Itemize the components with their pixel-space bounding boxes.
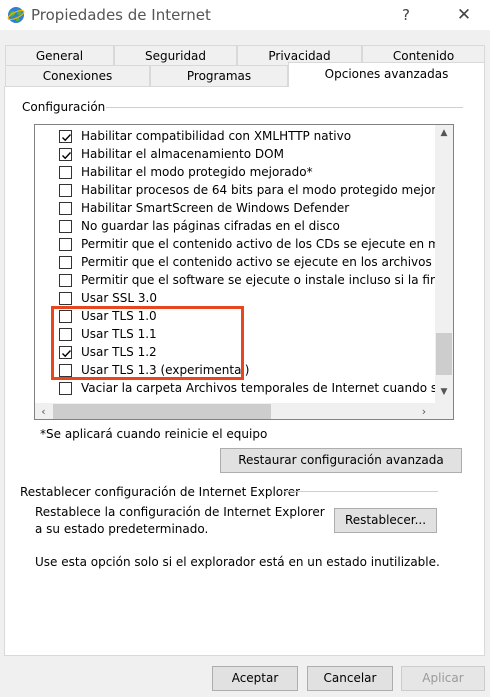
horizontal-scrollbar[interactable]: ‹ ›	[35, 403, 435, 419]
reset-group-divider	[284, 491, 438, 492]
checkbox-unchecked[interactable]	[59, 184, 72, 197]
scroll-right-arrow-icon[interactable]: ›	[415, 403, 433, 419]
setting-label: Habilitar procesos de 64 bits para el mo…	[81, 183, 454, 197]
setting-label: Usar TLS 1.1	[81, 327, 157, 341]
reset-note: Use esta opción solo si el explorador es…	[35, 555, 440, 569]
setting-label: Habilitar el almacenamiento DOM	[81, 147, 284, 161]
reset-description: Restablece la configuración de Internet …	[35, 505, 325, 536]
checkbox-checked[interactable]	[59, 148, 72, 161]
setting-label: Usar TLS 1.2	[81, 345, 157, 359]
title-bar: Propiedades de Internet ? ✕	[0, 0, 490, 30]
checkbox-unchecked[interactable]	[59, 256, 72, 269]
checkbox-unchecked[interactable]	[59, 292, 72, 305]
checkbox-unchecked[interactable]	[59, 364, 72, 377]
restart-note: *Se aplicará cuando reinicie el equipo	[40, 427, 268, 441]
checkbox-checked[interactable]	[59, 346, 72, 359]
setting-label: Habilitar SmartScreen de Windows Defende…	[81, 201, 350, 215]
setting-label: Usar SSL 3.0	[81, 291, 157, 305]
reset-group-label: Restablecer configuración de Internet Ex…	[20, 485, 305, 499]
scrollbar-corner	[435, 403, 453, 419]
horizontal-scroll-thumb[interactable]	[53, 404, 271, 419]
tab-seguridad[interactable]: Seguridad	[114, 45, 237, 65]
group-divider	[106, 107, 463, 108]
restore-advanced-button[interactable]: Restaurar configuración avanzada	[220, 448, 462, 473]
window-title: Propiedades de Internet	[31, 6, 211, 24]
internet-globe-icon	[7, 6, 25, 24]
tab-conexiones[interactable]: Conexiones	[5, 65, 150, 86]
help-button[interactable]: ?	[383, 0, 429, 30]
setting-label: Habilitar el modo protegido mejorado*	[81, 165, 313, 179]
scroll-left-arrow-icon[interactable]: ‹	[35, 403, 52, 419]
checkbox-unchecked[interactable]	[59, 382, 72, 395]
checkbox-unchecked[interactable]	[59, 202, 72, 215]
setting-label: Permitir que el contenido activo de los …	[81, 237, 454, 251]
settings-group-label: Configuración	[22, 100, 110, 114]
tab-opciones-avanzadas[interactable]: Opciones avanzadas	[288, 62, 485, 87]
checkbox-unchecked[interactable]	[59, 238, 72, 251]
checkbox-unchecked[interactable]	[59, 274, 72, 287]
setting-label: Habilitar compatibilidad con XMLHTTP nat…	[81, 129, 352, 143]
checkbox-unchecked[interactable]	[59, 166, 72, 179]
vertical-scrollbar[interactable]: ▲ ▼	[435, 125, 453, 403]
checkbox-checked[interactable]	[59, 130, 72, 143]
accept-button[interactable]: Aceptar	[212, 666, 298, 691]
checkmark-icon	[62, 134, 72, 142]
checkmark-icon	[62, 152, 72, 160]
close-button[interactable]: ✕	[441, 0, 487, 30]
tab-general[interactable]: General	[5, 45, 114, 65]
setting-label: Usar TLS 1.0	[81, 309, 157, 323]
setting-label: Permitir que el contenido activo se ejec…	[81, 255, 451, 269]
checkbox-unchecked[interactable]	[59, 220, 72, 233]
setting-label: Permitir que el software se ejecute o in…	[81, 273, 454, 287]
settings-list[interactable]: Habilitar compatibilidad con XMLHTTP nat…	[34, 124, 454, 420]
checkbox-unchecked[interactable]	[59, 310, 72, 323]
checkbox-unchecked[interactable]	[59, 328, 72, 341]
setting-label: Vaciar la carpeta Archivos temporales de…	[81, 381, 454, 395]
vertical-scroll-thumb[interactable]	[436, 333, 452, 375]
scroll-down-arrow-icon[interactable]: ▼	[435, 383, 453, 401]
setting-label: Usar TLS 1.3 (experimental)	[81, 363, 250, 377]
apply-button[interactable]: Aplicar	[401, 666, 485, 691]
cancel-button[interactable]: Cancelar	[307, 666, 393, 691]
setting-label: No guardar las páginas cifradas en el di…	[81, 219, 340, 233]
checkmark-icon	[62, 350, 72, 358]
tab-programas[interactable]: Programas	[150, 65, 288, 86]
reset-button[interactable]: Restablecer...	[334, 508, 437, 533]
scroll-up-arrow-icon[interactable]: ▲	[435, 125, 453, 142]
